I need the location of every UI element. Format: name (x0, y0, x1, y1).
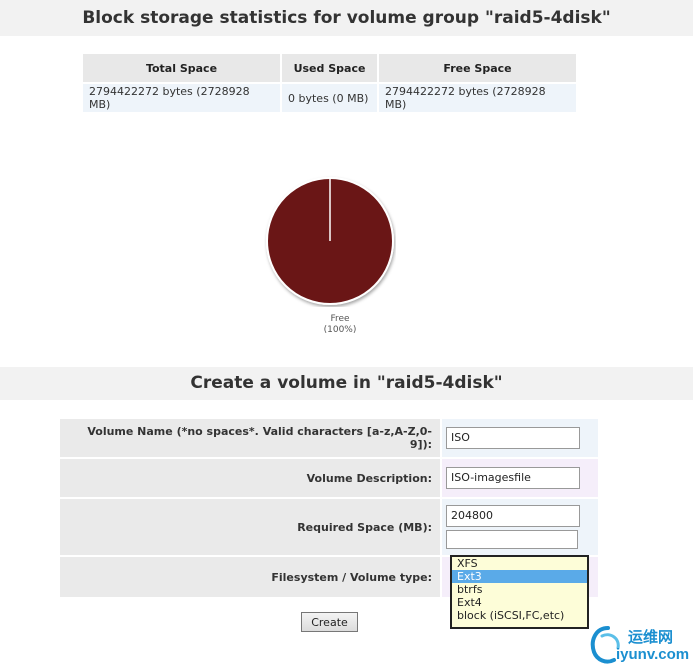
stats-title: Block storage statistics for volume grou… (0, 0, 693, 36)
fs-option-ext4[interactable]: Ext4 (452, 596, 587, 609)
required-space-label: Required Space (MB): (60, 499, 440, 555)
value-total-space: 2794422272 bytes (2728928 MB) (83, 84, 280, 112)
stats-table: Total Space Used Space Free Space 279442… (81, 52, 578, 114)
volume-name-cell: ISO (442, 419, 598, 457)
value-free-space: 2794422272 bytes (2728928 MB) (379, 84, 576, 112)
required-space-input[interactable]: 204800 (446, 505, 580, 527)
fs-option-xfs[interactable]: XFS (452, 557, 587, 570)
fs-option-ext3[interactable]: Ext3 (452, 570, 587, 583)
volume-name-input[interactable]: ISO (446, 427, 580, 449)
pie-legend: Free (100%) (310, 314, 370, 336)
pie-label-text: Free (330, 314, 350, 324)
header-used-space: Used Space (282, 54, 377, 82)
watermark-cn-text: 运维网 (628, 628, 674, 646)
required-space-secondary-input[interactable] (446, 530, 578, 549)
required-space-cell: 204800 (442, 499, 598, 555)
create-button[interactable]: Create (301, 612, 358, 632)
header-free-space: Free Space (379, 54, 576, 82)
create-title: Create a volume in "raid5-4disk" (0, 367, 693, 400)
watermark: 运维网 iyunv.com (588, 622, 690, 668)
pie-label-percent: (100%) (323, 325, 357, 335)
filesystem-type-dropdown[interactable]: XFS Ext3 btrfs Ext4 block (iSCSI,FC,etc) (450, 555, 589, 629)
volume-name-label: Volume Name (*no spaces*. Valid characte… (60, 419, 440, 457)
fs-option-block[interactable]: block (iSCSI,FC,etc) (452, 609, 587, 622)
volume-description-input[interactable]: ISO-imagesfile (446, 467, 580, 489)
header-total-space: Total Space (83, 54, 280, 82)
usage-pie-chart (264, 175, 396, 307)
volume-description-cell: ISO-imagesfile (442, 459, 598, 497)
volume-description-label: Volume Description: (60, 459, 440, 497)
watermark-url-text: iyunv.com (616, 646, 690, 663)
value-used-space: 0 bytes (0 MB) (282, 84, 377, 112)
fs-option-btrfs[interactable]: btrfs (452, 583, 587, 596)
filesystem-type-label: Filesystem / Volume type: (60, 557, 440, 597)
